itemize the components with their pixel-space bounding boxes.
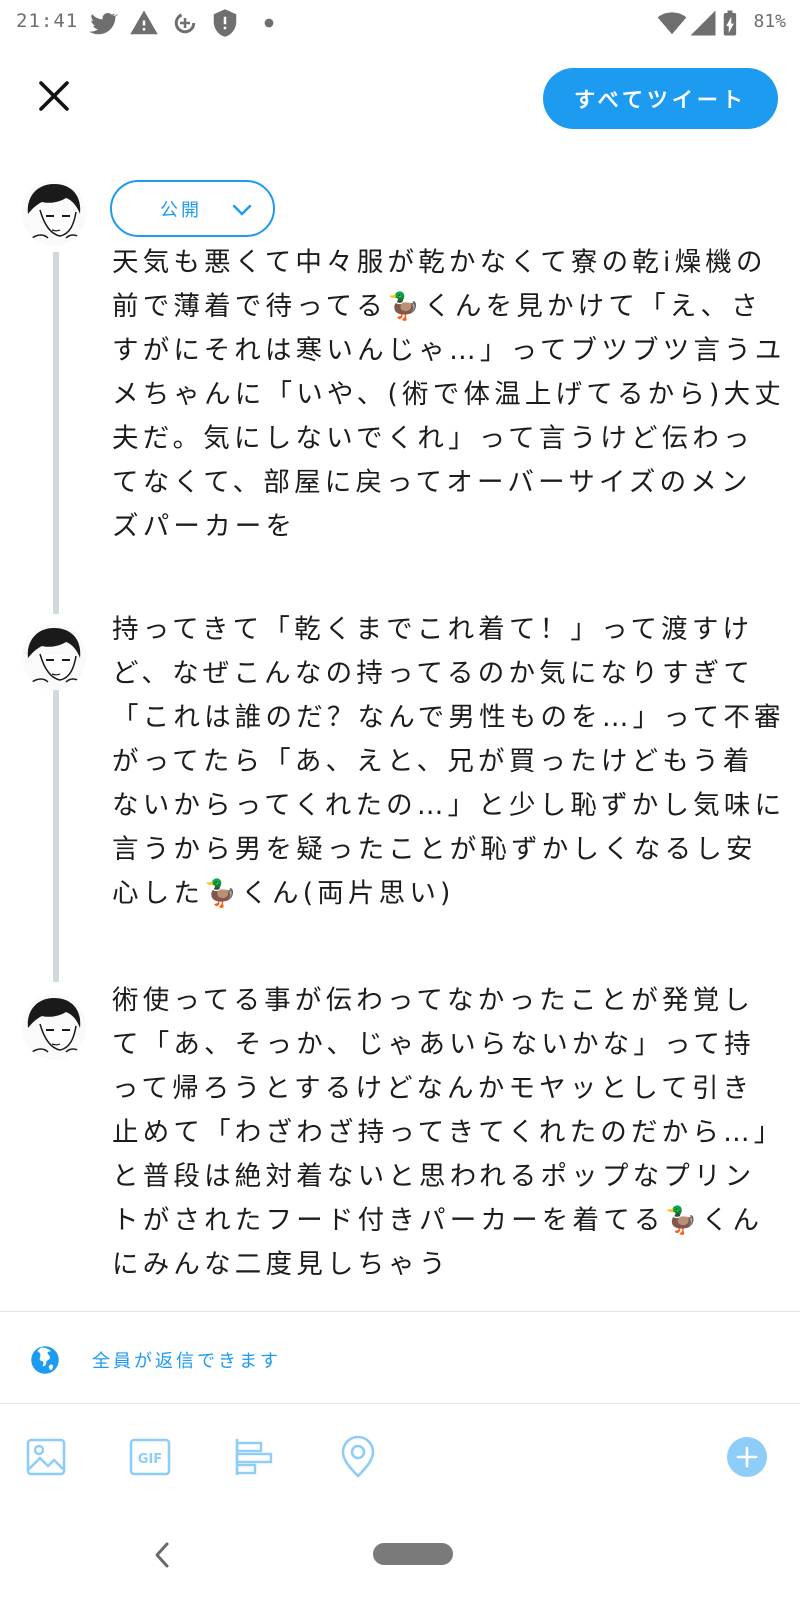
tweet-line: 術使ってる事が伝わってなかったことが発覚し [112, 985, 755, 1016]
tweet-line: て「あ、そっか、じゃあいらないかな」って持 [112, 1029, 755, 1060]
plus-icon [736, 1446, 758, 1468]
thread-line [53, 690, 59, 982]
tweet-line: ど、なぜこんなの持ってるのか気になりすぎて [112, 658, 755, 689]
tweet-line: 「これは誰のだ？なんで男性ものを…」って不審 [112, 702, 785, 733]
location-icon [341, 1435, 375, 1478]
user-avatar-image [22, 624, 86, 690]
warning-icon [130, 10, 158, 35]
tweet-line: メちゃんに「いや、(術で体温上げてるから)大丈 [112, 379, 785, 410]
battery-percentage: 81% [753, 11, 786, 32]
add-location-button[interactable] [336, 1435, 380, 1479]
notification-dot-icon [264, 18, 274, 28]
back-chevron-icon [155, 1542, 169, 1568]
user-avatar-image [22, 994, 86, 1060]
cellular-icon [690, 10, 716, 36]
close-icon [39, 81, 69, 111]
tweet-text-1[interactable]: 天気も悪くて中々服が乾かなくて寮の乾i燥機の 前で薄着で待ってる🦆くんを見かけて… [112, 241, 786, 549]
tweet-line: 心した🦆くん(両片思い) [112, 878, 455, 909]
audience-label: 公開 [160, 199, 202, 221]
tweet-line: 持ってきて「乾くまでこれ着て！」って渡すけ [112, 614, 754, 645]
avatar[interactable] [22, 180, 86, 246]
svg-text:GIF: GIF [138, 1452, 162, 1467]
poll-icon [235, 1439, 273, 1475]
thread-line [53, 252, 59, 614]
battery-icon [723, 10, 737, 36]
add-poll-button[interactable] [232, 1435, 276, 1479]
nav-back-button[interactable] [150, 1537, 174, 1573]
image-icon [26, 1438, 66, 1476]
divider [0, 1403, 800, 1404]
status-bar: 21:41 81% [0, 0, 800, 48]
reply-setting-label: 全員が返信できます [92, 1351, 281, 1372]
user-avatar-image [22, 180, 86, 246]
tweet-line: ないからってくれたの…」と少し恥ずかし気味に [112, 790, 786, 821]
tweet-line: って帰ろうとするけどなんかモヤッとして引き [112, 1073, 754, 1104]
tweet-line: と普段は絶対着ないと思われるポップなプリン [112, 1161, 756, 1192]
divider [0, 1311, 800, 1312]
tweet-line: すがにそれは寒いんじゃ…」ってブツブツ言うユ [112, 335, 786, 366]
tweet-line: 夫だ。気にしないでくれ」って言うけど伝わっ [112, 423, 754, 454]
status-time: 21:41 [16, 10, 79, 32]
tweet-text-3[interactable]: 術使ってる事が伝わってなかったことが発覚し て「あ、そっか、じゃあいらないかな」… [112, 979, 785, 1287]
wifi-icon [657, 12, 687, 35]
add-image-button[interactable] [24, 1435, 68, 1479]
add-gif-button[interactable]: GIF [128, 1435, 172, 1479]
tweet-line: がってたら「あ、えと、兄が買ったけどもう着 [112, 746, 754, 777]
globe-icon [31, 1346, 59, 1374]
tweet-all-button[interactable]: すべてツイート [543, 68, 778, 129]
tweet-line: 止めて「わざわざ持ってきてくれたのだから…」 [112, 1117, 785, 1148]
tweet-line: 前で薄着で待ってる🦆くんを見かけて「え、さ [112, 291, 762, 322]
avatar[interactable] [22, 624, 86, 690]
tweet-line: にみんな二度見しちゃう [112, 1249, 450, 1280]
tweet-line: トがされたフード付きパーカーを着てる🦆くん [112, 1205, 764, 1236]
tweet-line: ズパーカーを [112, 511, 297, 542]
tweet-line: 言うから男を疑ったことが恥ずかしくなるし安 [112, 834, 757, 865]
audience-selector[interactable]: 公開 [110, 180, 275, 237]
tweet-line: 天気も悪くて中々服が乾かなくて寮の乾i燥機の [112, 247, 767, 278]
chevron-down-icon [232, 204, 252, 216]
avatar[interactable] [22, 994, 86, 1060]
shield-alert-icon [213, 9, 237, 37]
reply-setting-button[interactable]: 全員が返信できます [30, 1340, 281, 1380]
data-saver-icon [174, 12, 196, 34]
twitter-icon [89, 12, 118, 35]
tweet-text-2[interactable]: 持ってきて「乾くまでこれ着て！」って渡すけ ど、なぜこんなの持ってるのか気になり… [112, 608, 786, 916]
close-button[interactable] [30, 72, 78, 120]
add-tweet-button[interactable] [727, 1437, 767, 1477]
nav-home-pill[interactable] [373, 1543, 453, 1565]
tweet-line: てなくて、部屋に戻ってオーバーサイズのメン [112, 467, 752, 498]
gif-icon: GIF [129, 1438, 171, 1476]
